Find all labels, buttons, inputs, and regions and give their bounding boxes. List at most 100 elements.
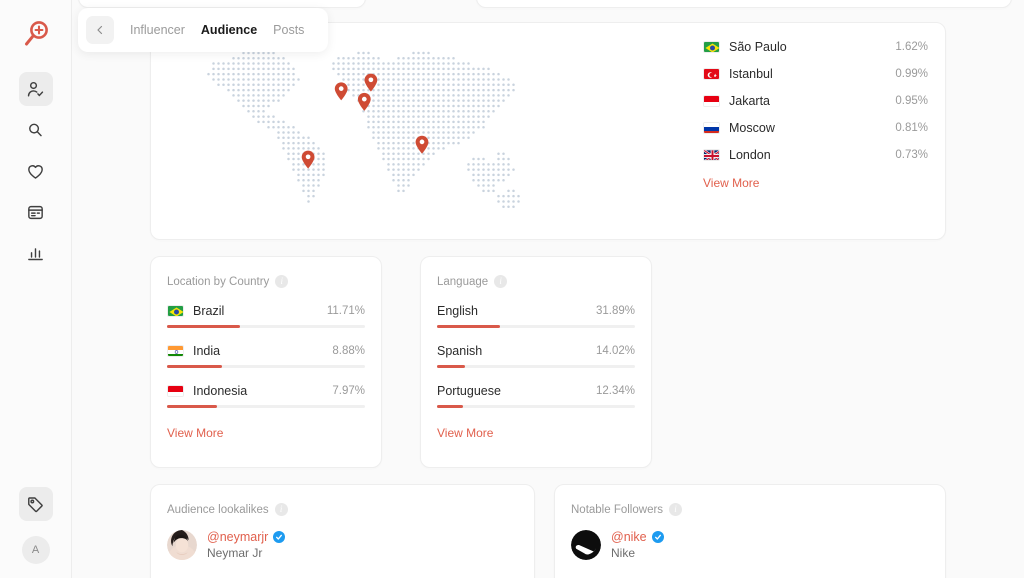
lookalike-list-item[interactable]: @neymarjr Neymar Jr	[167, 530, 518, 560]
app-logo[interactable]	[14, 12, 58, 56]
chevron-left-icon	[94, 24, 106, 36]
city-row[interactable]: Istanbul 0.99%	[703, 60, 928, 87]
display-name: Neymar Jr	[207, 546, 285, 560]
view-more-languages-link[interactable]: View More	[437, 426, 493, 440]
stat-percent: 7.97%	[332, 385, 365, 397]
avatar	[571, 530, 601, 560]
stat-row: Brazil 11.71%	[167, 304, 365, 328]
sidebar-item-reports[interactable]	[19, 236, 53, 270]
city-percent: 0.81%	[895, 122, 928, 134]
sidebar-item-campaigns[interactable]	[19, 195, 53, 229]
stat-label: Brazil	[193, 304, 327, 318]
stat-row: Indonesia 7.97%	[167, 384, 365, 408]
stat-percent: 11.71%	[327, 305, 365, 317]
card-above-left-partial	[78, 0, 366, 8]
flag-id-icon	[167, 385, 184, 397]
card-title: Notable Followers i	[571, 503, 929, 516]
account-avatar[interactable]: A	[22, 536, 50, 564]
info-icon[interactable]: i	[669, 503, 682, 516]
stat-label: India	[193, 344, 332, 358]
stat-row: Portuguese 12.34%	[437, 384, 635, 408]
dotted-world-map	[191, 45, 521, 220]
stat-label: English	[437, 304, 596, 318]
account-initial: A	[32, 544, 39, 556]
progress-fill	[167, 325, 240, 328]
notable-follower-text: @nike Nike	[611, 530, 664, 560]
stat-percent: 14.02%	[596, 345, 635, 357]
notable-follower-list-item[interactable]: @nike Nike	[571, 530, 929, 560]
progress-fill	[167, 365, 222, 368]
city-percent: 0.95%	[895, 95, 928, 107]
heart-icon	[26, 162, 45, 181]
audience-analytics-page: A Influencer Audience Posts	[0, 0, 1024, 578]
progress-fill	[437, 365, 465, 368]
city-row[interactable]: São Paulo 1.62%	[703, 33, 928, 60]
info-icon[interactable]: i	[275, 503, 288, 516]
card-title: Language i	[437, 275, 635, 288]
top-cities-list: São Paulo 1.62% Istanbul 0.99%	[703, 33, 928, 192]
progress-fill	[167, 405, 217, 408]
progress-fill	[437, 325, 500, 328]
notable-followers-card: Notable Followers i @nike	[554, 484, 946, 578]
stat-percent: 12.34%	[596, 385, 635, 397]
stat-label: Spanish	[437, 344, 596, 358]
view-more-cities-link[interactable]: View More	[703, 176, 759, 190]
handle: @neymarjr	[207, 530, 268, 544]
flag-br-icon	[167, 305, 184, 317]
lookalike-text: @neymarjr Neymar Jr	[207, 530, 285, 560]
info-icon[interactable]: i	[275, 275, 288, 288]
progress-track	[167, 325, 365, 328]
card-title: Location by Country i	[167, 275, 365, 288]
city-name: London	[729, 148, 895, 162]
language-card: Language i English 31.89% Spanish 14	[420, 256, 652, 468]
progress-track	[437, 365, 635, 368]
sidebar-item-discovery[interactable]	[19, 113, 53, 147]
stat-percent: 8.88%	[332, 345, 365, 357]
sidebar-bottom: A	[19, 487, 53, 578]
stat-label: Portuguese	[437, 384, 596, 398]
stat-row: India 8.88%	[167, 344, 365, 368]
back-button[interactable]	[86, 16, 114, 44]
city-percent: 1.62%	[895, 41, 928, 53]
city-name: Istanbul	[729, 67, 895, 81]
tab-audience[interactable]: Audience	[193, 19, 265, 41]
card-title-text: Location by Country	[167, 276, 269, 288]
progress-track	[167, 365, 365, 368]
city-row[interactable]: Jakarta 0.95%	[703, 87, 928, 114]
info-icon[interactable]: i	[494, 275, 507, 288]
sidebar-item-influencers[interactable]	[19, 72, 53, 106]
flag-id-icon	[703, 95, 720, 107]
stat-row: English 31.89%	[437, 304, 635, 328]
card-above-right-partial	[476, 0, 1012, 8]
location-by-country-card: Location by Country i Brazil	[150, 256, 382, 468]
audience-location-map-card: São Paulo 1.62% Istanbul 0.99%	[150, 22, 946, 240]
bar-chart-icon	[26, 244, 45, 263]
sidebar-item-tags[interactable]	[19, 487, 53, 521]
stat-row: Spanish 14.02%	[437, 344, 635, 368]
tab-influencer[interactable]: Influencer	[122, 19, 193, 41]
tab-posts[interactable]: Posts	[265, 19, 312, 41]
sidebar: A	[0, 0, 72, 578]
verified-badge-icon	[273, 531, 285, 543]
flag-in-icon	[167, 345, 184, 357]
progress-track	[167, 405, 365, 408]
card-title-text: Language	[437, 276, 488, 288]
card-title: Audience lookalikes i	[167, 503, 518, 516]
city-name: Moscow	[729, 121, 895, 135]
progress-track	[437, 405, 635, 408]
flag-gb-icon	[703, 149, 720, 161]
city-row[interactable]: Moscow 0.81%	[703, 114, 928, 141]
sidebar-item-favorites[interactable]	[19, 154, 53, 188]
card-title-text: Notable Followers	[571, 504, 663, 516]
progress-track	[437, 325, 635, 328]
verified-badge-icon	[652, 531, 664, 543]
city-row[interactable]: London 0.73%	[703, 141, 928, 168]
list-card-icon	[26, 203, 45, 222]
view-more-countries-link[interactable]: View More	[167, 426, 223, 440]
progress-fill	[437, 405, 463, 408]
flag-br-icon	[703, 41, 720, 53]
avatar	[167, 530, 197, 560]
city-percent: 0.99%	[895, 68, 928, 80]
card-title-text: Audience lookalikes	[167, 504, 269, 516]
magnifier-icon	[26, 121, 45, 140]
